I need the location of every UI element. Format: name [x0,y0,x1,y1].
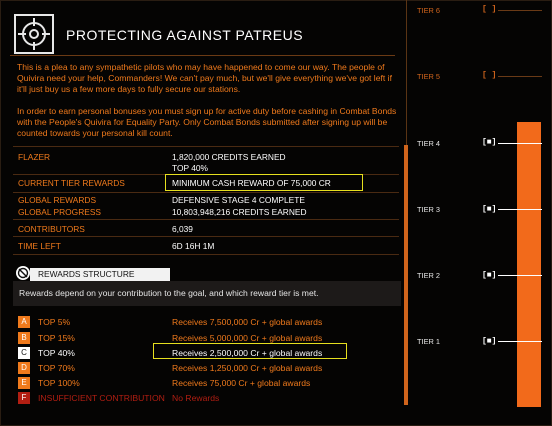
header-divider [10,55,395,56]
global-progress-value: 10,803,948,216 CREDITS EARNED [172,207,307,217]
panel-divider [406,0,407,145]
tier-name: TOP 100% [38,378,80,388]
tier-reward: No Rewards [172,393,220,403]
tier-badge: A [18,316,30,328]
tier-1-tick [498,341,542,342]
commander-label: FLAZER [18,152,51,162]
tier-4-tick [498,143,542,144]
time-left-label: TIME LEFT [18,241,61,251]
tier-2-marker: [■] [482,271,497,280]
tier-badge: F [18,392,30,404]
tier-name: INSUFFICIENT CONTRIBUTION [38,393,165,403]
progress-bar [517,122,541,407]
tier-reward: Receives 5,000,000 Cr + global awards [172,333,323,343]
tier-reward: Receives 1,250,000 Cr + global awards [172,363,323,373]
commander-credits: 1,820,000 CREDITS EARNED [172,152,286,162]
tier-name: TOP 15% [38,333,75,343]
tier-5-label: TIER 5 [417,72,440,81]
tier-1-label: TIER 1 [417,337,440,346]
tier-1-marker: [■] [482,337,497,346]
commander-rank: TOP 40% [172,163,209,173]
divider [13,219,399,220]
current-tier-value: MINIMUM CASH REWARD OF 75,000 CR [172,178,331,188]
intro-paragraph-2: In order to earn personal bonuses you mu… [17,105,397,139]
tier-3-tick [498,209,542,210]
mission-description: This is a plea to any sympathetic pilots… [17,62,402,149]
tier-reward: Receives 2,500,000 Cr + global awards [172,348,323,358]
tier-name: TOP 40% [38,348,75,358]
tier-2-label: TIER 2 [417,271,440,280]
rewards-structure-description: Rewards depend on your contribution to t… [13,281,401,306]
tier-reward: Receives 7,500,000 Cr + global awards [172,317,323,327]
rewards-structure-icon [16,266,30,280]
global-rewards-label: GLOBAL REWARDS [18,195,97,205]
tier-3-marker: [■] [482,205,497,214]
divider [13,192,399,193]
contributors-label: CONTRIBUTORS [18,224,85,234]
tier-name: TOP 70% [38,363,75,373]
divider [13,236,399,237]
contributors-value: 6,039 [172,224,193,234]
tier-2-tick [498,275,542,276]
tier-5-marker: [ ] [482,71,497,80]
page-title: PROTECTING AGAINST PATREUS [66,27,304,43]
time-left-value: 6D 16H 1M [172,241,215,251]
divider [13,254,399,255]
tier-6-tick [498,10,542,11]
tier-badge: C [18,347,30,359]
scrollbar[interactable] [404,145,408,405]
rewards-structure-header: REWARDS STRUCTURE [30,268,170,281]
tier-reward: Receives 75,000 Cr + global awards [172,378,311,388]
global-progress-label: GLOBAL PROGRESS [18,207,102,217]
tier-5-tick [498,76,542,77]
tier-4-label: TIER 4 [417,139,440,148]
divider [13,146,399,147]
global-rewards-value: DEFENSIVE STAGE 4 COMPLETE [172,195,305,205]
tier-4-marker: [■] [482,138,497,147]
tier-6-label: TIER 6 [417,6,440,15]
tier-badge: B [18,332,30,344]
crosshair-icon [14,14,54,54]
tier-name: TOP 5% [38,317,71,327]
tier-6-marker: [ ] [482,5,497,14]
intro-paragraph-1: This is a plea to any sympathetic pilots… [17,62,392,95]
tier-badge: E [18,377,30,389]
current-tier-label: CURRENT TIER REWARDS [18,178,125,188]
tier-badge: D [18,362,30,374]
tier-3-label: TIER 3 [417,205,440,214]
